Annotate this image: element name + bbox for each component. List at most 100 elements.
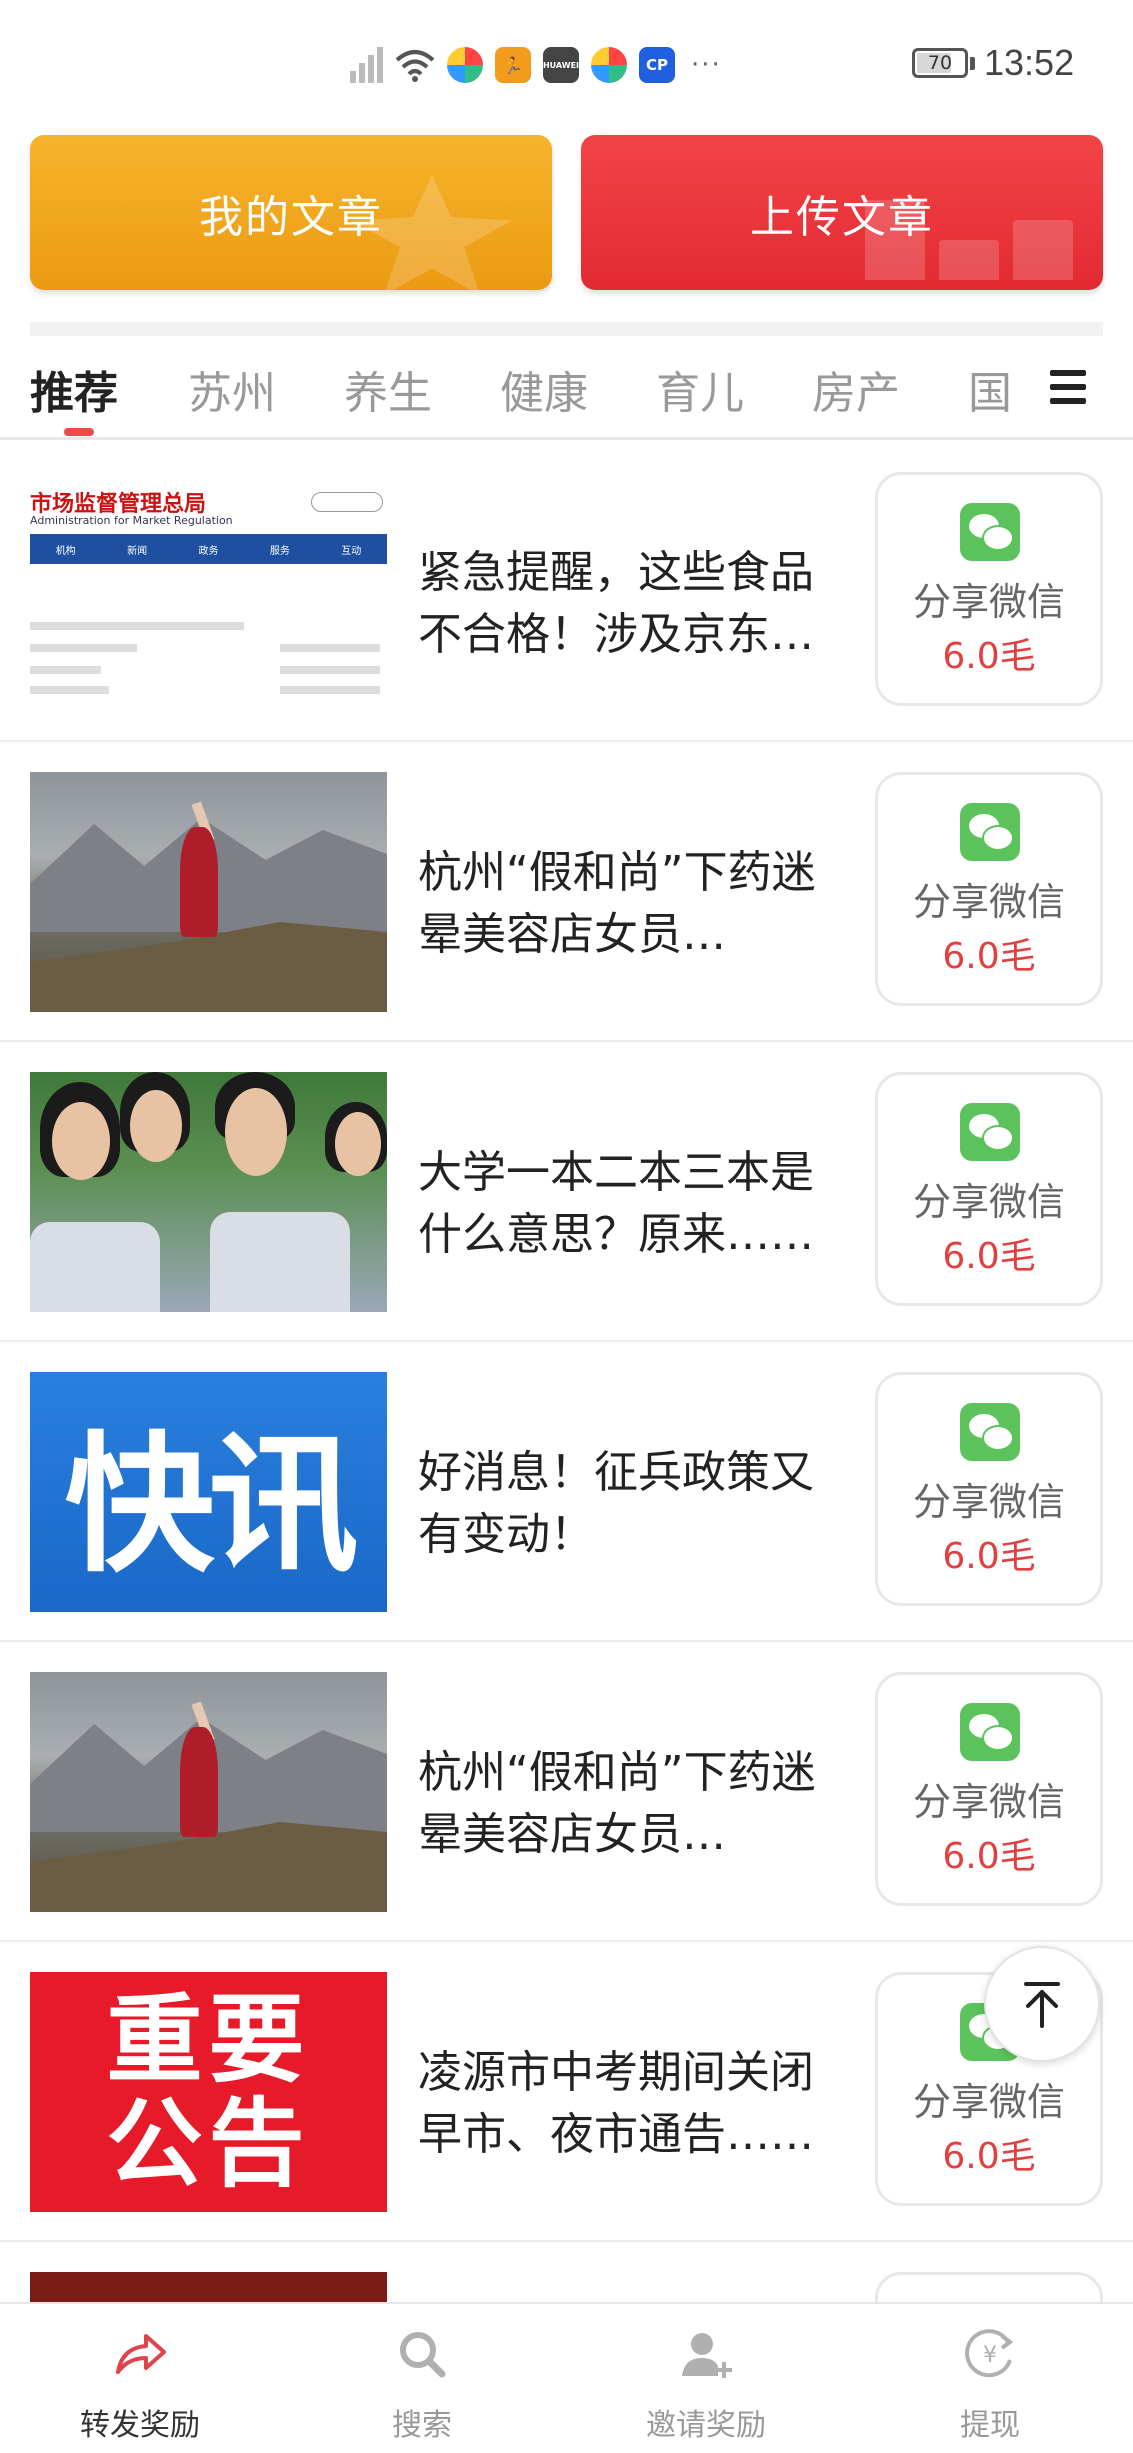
reward-amount: 6.0毛 [942, 936, 1036, 977]
wechat-icon [960, 803, 1020, 861]
share-label: 分享微信 [912, 1480, 1065, 1524]
wechat-icon [960, 503, 1020, 561]
status-clock: 13:52 [984, 42, 1075, 83]
app-swirl-icon-2 [591, 47, 627, 83]
tab-health-care[interactable]: 养生 [344, 357, 432, 421]
thumb-nav-item: 互动 [341, 545, 362, 557]
back-to-top-button[interactable] [984, 1946, 1100, 2062]
bottom-nav: 转发奖励 搜索 邀请奖励 ¥ 提现 [0, 2302, 1133, 2453]
thumb-nav-item: 服务 [269, 545, 290, 557]
article-item[interactable]: 市场监督管理总局 Administration for Market Regul… [0, 442, 1133, 742]
app-swirl-icon [447, 47, 483, 83]
article-item[interactable]: 杭州“假和尚”下药迷晕美容店女员工：…… 分享微信 6.0毛 [0, 742, 1133, 1042]
tab-suzhou[interactable]: 苏州 [188, 357, 276, 421]
article-title[interactable]: 紧急提醒，这些食品不合格！涉及京东、天猫、拼多多…… [418, 542, 848, 666]
tab-parenting[interactable]: 育儿 [656, 357, 744, 421]
nav-invite-rewards[interactable]: 邀请奖励 [606, 2304, 806, 2453]
nav-label: 转发奖励 [80, 2408, 200, 2443]
wifi-icon [395, 50, 435, 82]
nav-label: 搜索 [392, 2408, 452, 2443]
thumb-nav-item: 机构 [55, 545, 76, 557]
thumb-text-line [279, 644, 380, 652]
share-wechat-button[interactable]: 分享微信 6.0毛 [875, 1072, 1103, 1306]
battery-tip [970, 57, 975, 70]
thumb-text-line [30, 622, 245, 630]
thumb-notice-line1: 重要 [106, 1984, 311, 2096]
app-root: 🏃 HUAWEI CP ··· 70 13:52 我的文章 上传文章 推荐 苏州… [0, 0, 1133, 2453]
withdraw-yuan-icon: ¥ [965, 2329, 1014, 2378]
article-item[interactable]: 重要 公告 凌源市中考期间关闭早市、夜市通告…… 分享微信 6.0毛 [0, 1942, 1133, 2242]
article-title[interactable]: 大学一本二本三本是什么意思？原来…… [418, 1142, 848, 1266]
upload-article-button[interactable]: 上传文章 [581, 135, 1103, 290]
thumb-subheader-text: Administration for Market Regulation [30, 514, 233, 527]
tab-health[interactable]: 健康 [500, 357, 588, 421]
signal-icon [350, 47, 383, 83]
status-icons: 🏃 HUAWEI CP ··· [350, 40, 722, 90]
my-articles-button[interactable]: 我的文章 [30, 135, 552, 290]
more-notifications-icon: ··· [691, 50, 722, 80]
thumb-notice-line2: 公告 [106, 2088, 311, 2200]
share-wechat-button[interactable]: 分享微信 6.0毛 [875, 1672, 1103, 1906]
tab-national[interactable]: 国 [968, 357, 1020, 421]
reward-amount: 6.0毛 [942, 1836, 1036, 1877]
reward-amount: 6.0毛 [942, 1536, 1036, 1577]
huawei-app-icon: HUAWEI [543, 47, 579, 83]
battery-icon: 70 [912, 48, 968, 78]
thumb-search-box [311, 492, 383, 512]
my-articles-label: 我的文章 [199, 191, 383, 243]
battery-percent: 70 [927, 52, 953, 74]
article-thumbnail: 市场监督管理总局 Administration for Market Regul… [30, 472, 387, 712]
share-wechat-button[interactable]: 分享微信 6.0毛 [875, 772, 1103, 1006]
active-tab-indicator [64, 428, 94, 436]
article-thumbnail [30, 1072, 387, 1312]
thumb-nav-item: 新闻 [127, 545, 148, 557]
share-label: 分享微信 [912, 1180, 1065, 1224]
share-wechat-button[interactable]: 分享微信 6.0毛 [875, 472, 1103, 706]
wechat-icon [960, 1703, 1020, 1761]
nav-forward-rewards[interactable]: 转发奖励 [40, 2304, 240, 2453]
running-app-icon: 🏃 [495, 47, 531, 83]
reward-amount: 6.0毛 [942, 1236, 1036, 1277]
cp-app-icon: CP [639, 47, 675, 83]
share-label: 分享微信 [912, 880, 1065, 924]
thumb-text-line [279, 666, 380, 674]
article-item[interactable]: 杭州“假和尚”下药迷晕美容店女员工：…… 分享微信 6.0毛 [0, 1642, 1133, 1942]
reward-amount: 6.0毛 [942, 2136, 1036, 2177]
share-wechat-button[interactable]: 分享微信 6.0毛 [875, 1372, 1103, 1606]
article-thumbnail: 重要 公告 [30, 1972, 387, 2212]
upload-article-label: 上传文章 [750, 191, 934, 243]
article-thumbnail [30, 1672, 387, 1912]
article-thumbnail: 快讯 [30, 1372, 387, 1612]
nav-withdraw[interactable]: ¥ 提现 [890, 2304, 1090, 2453]
share-arrow-icon [116, 2334, 166, 2374]
article-title[interactable]: 凌源市中考期间关闭早市、夜市通告…… [418, 2042, 848, 2166]
nav-search[interactable]: 搜索 [322, 2304, 522, 2453]
share-label: 分享微信 [912, 2080, 1065, 2124]
reward-amount: 6.0毛 [942, 636, 1036, 677]
thumb-text-line [30, 644, 138, 652]
status-bar: 🏃 HUAWEI CP ··· 70 13:52 [0, 0, 1133, 120]
article-thumbnail [30, 772, 387, 1012]
nav-label: 提现 [960, 2408, 1020, 2443]
article-title[interactable]: 杭州“假和尚”下药迷晕美容店女员工：…… [418, 1742, 848, 1866]
share-label: 分享微信 [912, 1780, 1065, 1824]
tab-real-estate[interactable]: 房产 [812, 357, 900, 421]
menu-icon[interactable] [1050, 370, 1086, 404]
thumb-headline-text: 快讯 [64, 1418, 358, 1593]
divider-strip [30, 322, 1103, 336]
svg-text:¥: ¥ [983, 2343, 997, 2368]
article-title[interactable]: 杭州“假和尚”下药迷晕美容店女员工：…… [418, 842, 848, 966]
arrow-up-icon [1024, 1982, 1060, 2028]
thumb-nav-bar: 机构 新闻 政务 服务 互动 [30, 534, 387, 564]
article-item[interactable]: 大学一本二本三本是什么意思？原来…… 分享微信 6.0毛 [0, 1042, 1133, 1342]
thumb-nav-item: 政务 [198, 545, 219, 557]
tab-recommend[interactable]: 推荐 [30, 357, 118, 421]
article-item[interactable]: 快讯 好消息！征兵政策又有变动！ 分享微信 6.0毛 [0, 1342, 1133, 1642]
nav-label: 邀请奖励 [646, 2408, 766, 2443]
share-label: 分享微信 [912, 580, 1065, 624]
wechat-icon [960, 1403, 1020, 1461]
wechat-icon [960, 1103, 1020, 1161]
thumb-text-line [279, 686, 380, 694]
add-user-icon [682, 2333, 732, 2378]
article-title[interactable]: 好消息！征兵政策又有变动！ [418, 1442, 848, 1566]
